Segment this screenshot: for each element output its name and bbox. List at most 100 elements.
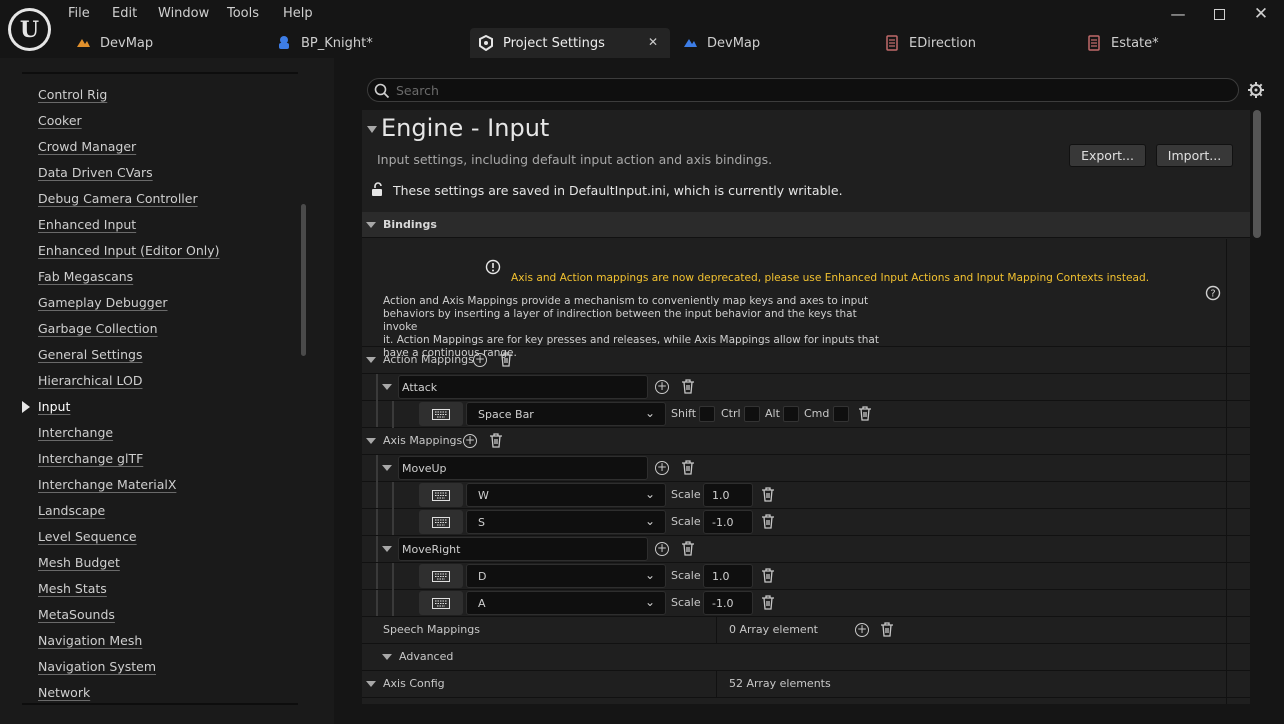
sidebar-item-enhanced-input[interactable]: Enhanced Input	[38, 217, 136, 232]
collapse-arrow-icon[interactable]	[366, 438, 376, 444]
add-icon[interactable]: +	[473, 353, 487, 367]
sidebar-scrollbar[interactable]	[301, 204, 306, 356]
sidebar-item-mesh-stats[interactable]: Mesh Stats	[38, 581, 107, 596]
sidebar-item-level-sequence[interactable]: Level Sequence	[38, 529, 137, 544]
advanced-row[interactable]: Advanced	[362, 644, 1250, 671]
tab-edirection[interactable]: EDirection	[884, 28, 1074, 58]
collapse-arrow-icon[interactable]	[382, 465, 392, 471]
gear-icon[interactable]	[1247, 81, 1265, 99]
trash-icon[interactable]	[499, 352, 513, 367]
key-selector[interactable]: W ⌄	[466, 483, 666, 507]
sidebar-item-control-rig[interactable]: Control Rig	[38, 87, 107, 102]
key-selector[interactable]: S ⌄	[466, 510, 666, 534]
add-icon[interactable]: +	[463, 434, 477, 448]
sidebar-item-debug-camera-controller[interactable]: Debug Camera Controller	[38, 191, 198, 206]
search-input[interactable]	[396, 81, 1216, 99]
collapse-arrow-icon[interactable]	[366, 357, 376, 363]
trash-icon[interactable]	[761, 514, 775, 529]
trash-icon[interactable]	[858, 406, 872, 421]
collapse-arrow-icon[interactable]	[366, 681, 376, 687]
key-selector[interactable]: Space Bar ⌄	[466, 402, 666, 426]
details-scrollbar[interactable]	[1253, 110, 1261, 238]
trash-icon[interactable]	[880, 622, 894, 637]
action-name-field[interactable]: Attack	[398, 375, 648, 399]
ctrl-checkbox[interactable]	[744, 406, 760, 422]
trash-icon[interactable]	[489, 433, 503, 448]
close-window-icon[interactable]: ✕	[1251, 4, 1271, 24]
sidebar-item-navigation-system[interactable]: Navigation System	[38, 659, 156, 674]
scale-label: Scale	[671, 596, 701, 609]
collapse-arrow-icon[interactable]	[382, 384, 392, 390]
minimize-icon[interactable]: —	[1168, 5, 1188, 23]
scale-field[interactable]: 1.0	[703, 483, 753, 507]
sidebar-item-enhanced-input-editor-only[interactable]: Enhanced Input (Editor Only)	[38, 243, 220, 258]
sidebar-item-hierarchical-lod[interactable]: Hierarchical LOD	[38, 373, 142, 388]
menu-edit[interactable]: Edit	[112, 6, 137, 21]
axis-name-field[interactable]: MoveRight	[398, 537, 648, 561]
collapse-arrow-icon[interactable]	[382, 546, 392, 552]
keyboard-icon[interactable]	[419, 591, 463, 615]
sidebar-item-mesh-budget[interactable]: Mesh Budget	[38, 555, 120, 570]
add-icon[interactable]: +	[655, 461, 669, 475]
unreal-logo-icon[interactable]: U	[8, 8, 51, 51]
close-tab-icon[interactable]: ✕	[648, 35, 658, 49]
scale-field[interactable]: -1.0	[703, 510, 753, 534]
import-button[interactable]: Import...	[1156, 144, 1233, 167]
key-selector[interactable]: D ⌄	[466, 564, 666, 588]
selected-arrow-icon	[22, 401, 30, 413]
sidebar-item-interchange-materialx[interactable]: Interchange MaterialX	[38, 477, 176, 492]
menu-help[interactable]: Help	[283, 6, 313, 21]
trash-icon[interactable]	[761, 568, 775, 583]
page-description: Input settings, including default input …	[377, 152, 773, 167]
sidebar-item-interchange-gltf[interactable]: Interchange glTF	[38, 451, 143, 466]
keyboard-icon[interactable]	[419, 483, 463, 507]
sidebar-item-crowd-manager[interactable]: Crowd Manager	[38, 139, 136, 154]
sidebar-item-fab-megascans[interactable]: Fab Megascans	[38, 269, 133, 284]
tab-bp-knight[interactable]: BP_Knight*	[276, 28, 466, 58]
sidebar-item-cooker[interactable]: Cooker	[38, 113, 82, 128]
sidebar-item-input[interactable]: Input	[38, 399, 70, 414]
shift-checkbox[interactable]	[699, 406, 715, 422]
collapse-arrow-icon[interactable]	[367, 126, 377, 133]
maximize-icon[interactable]	[1209, 5, 1229, 23]
key-selector[interactable]: A ⌄	[466, 591, 666, 615]
alt-checkbox[interactable]	[783, 406, 799, 422]
trash-icon[interactable]	[681, 379, 695, 394]
tab-devmap[interactable]: DevMap	[75, 28, 255, 58]
scale-field[interactable]: -1.0	[703, 591, 753, 615]
menu-file[interactable]: File	[68, 6, 90, 21]
menu-window[interactable]: Window	[158, 6, 209, 21]
sidebar-item-garbage-collection[interactable]: Garbage Collection	[38, 321, 158, 336]
menu-tools[interactable]: Tools	[227, 6, 259, 21]
trash-icon[interactable]	[761, 487, 775, 502]
cmd-checkbox[interactable]	[833, 406, 849, 422]
export-button[interactable]: Export...	[1069, 144, 1146, 167]
help-icon[interactable]: ?	[1205, 285, 1221, 301]
sidebar-item-data-driven-cvars[interactable]: Data Driven CVars	[38, 165, 153, 180]
trash-icon[interactable]	[761, 595, 775, 610]
sidebar-item-general-settings[interactable]: General Settings	[38, 347, 143, 362]
add-icon[interactable]: +	[655, 542, 669, 556]
title-bar: U File Edit Window Tools Help — ✕ DevMap…	[0, 0, 1284, 58]
sidebar-item-interchange[interactable]: Interchange	[38, 425, 113, 440]
keyboard-icon[interactable]	[419, 510, 463, 534]
trash-icon[interactable]	[681, 541, 695, 556]
sidebar-item-navigation-mesh[interactable]: Navigation Mesh	[38, 633, 142, 648]
axis-name-field[interactable]: MoveUp	[398, 456, 648, 480]
sidebar-item-landscape[interactable]: Landscape	[38, 503, 105, 518]
trash-icon[interactable]	[681, 460, 695, 475]
sidebar-item-network[interactable]: Network	[38, 685, 90, 700]
scale-field[interactable]: 1.0	[703, 564, 753, 588]
tab-devmap-2[interactable]: DevMap	[682, 28, 872, 58]
add-icon[interactable]: +	[855, 623, 869, 637]
sidebar-item-gameplay-debugger[interactable]: Gameplay Debugger	[38, 295, 168, 310]
tab-project-settings[interactable]: Project Settings ✕	[470, 28, 670, 58]
sidebar-item-metasounds[interactable]: MetaSounds	[38, 607, 115, 622]
keyboard-icon[interactable]	[419, 402, 463, 426]
bindings-section-header[interactable]: Bindings	[362, 212, 1250, 238]
deprecation-warning: Axis and Action mappings are now depreca…	[511, 272, 1150, 284]
search-box[interactable]	[367, 78, 1239, 102]
keyboard-icon[interactable]	[419, 564, 463, 588]
add-icon[interactable]: +	[655, 380, 669, 394]
tab-estate[interactable]: Estate*	[1086, 28, 1236, 58]
